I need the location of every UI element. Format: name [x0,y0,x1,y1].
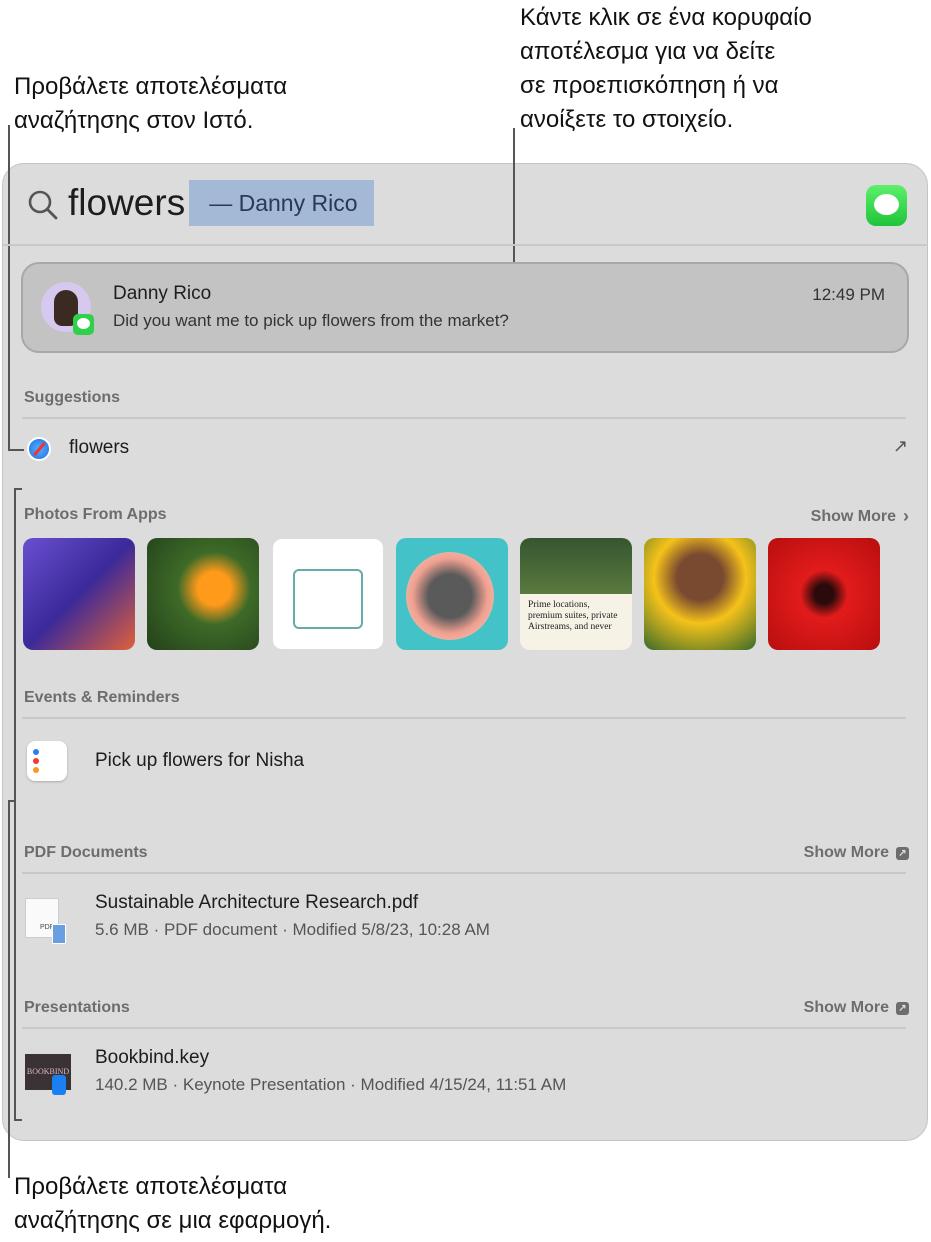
photo-thumbnail[interactable]: Prime locations, premium suites, private… [520,538,632,650]
search-icon [28,190,58,220]
messages-badge-icon [73,314,94,335]
callout-line: σε προεπισκόπηση ή να [520,72,779,99]
show-more-label: Show More [803,844,889,861]
file-meta: 140.2 MB · Keynote Presentation · Modifi… [95,1075,567,1094]
callout-line: αναζήτησης σε μια εφαρμογή. [14,1207,332,1234]
presentations-show-more-button[interactable]: Show More ↗ [804,999,909,1017]
bracket-line [14,488,22,490]
preview-badge-icon [52,924,66,944]
callout-line: ανοίξετε το στοιχείο. [520,106,734,133]
leader-line [8,125,10,450]
top-hit-card[interactable] [21,262,909,353]
photo-thumbnail[interactable] [768,538,880,650]
pdf-item[interactable]: PDF Sustainable Architecture Research.pd… [22,888,908,950]
safari-icon [27,437,51,461]
section-header-events: Events & Reminders [24,689,180,706]
divider [22,717,906,719]
callout-line: αποτέλεσμα για να δείτε [520,38,776,65]
message-preview: Did you want me to pick up flowers from … [113,311,509,330]
search-query: flowers [68,182,186,223]
callout-app: Προβάλετε αποτελέσματα αναζήτησης σε μια… [14,1170,331,1238]
message-time: 12:49 PM [812,285,885,304]
file-title: Sustainable Architecture Research.pdf [95,892,419,913]
reminder-title: Pick up flowers for Nisha [95,750,305,771]
photo-thumbnail[interactable] [396,538,508,650]
section-header-pdf: PDF Documents [24,844,148,861]
photo-thumbnail[interactable] [23,538,135,650]
callout-web: Προβάλετε αποτελέσματα αναζήτησης στον Ι… [14,70,287,138]
photo-thumbnail[interactable] [147,538,259,650]
section-header-photos: Photos From Apps [24,506,167,523]
callout-line: Προβάλετε αποτελέσματα [14,1173,288,1200]
search-completion: — Danny Rico [189,180,375,226]
callout-top-hit: Κάντε κλικ σε ένα κορυφαίο αποτέλεσμα γι… [520,1,812,137]
thumbnail-caption: Prime locations, premium suites, private… [528,600,618,632]
show-more-label: Show More [810,507,896,525]
keynote-badge-icon [52,1075,66,1095]
leader-line [513,128,515,262]
section-header-suggestions: Suggestions [24,389,121,406]
reminder-item[interactable]: Pick up flowers for Nisha [22,736,908,788]
contact-name: Danny Rico [113,283,212,304]
reminders-icon [27,741,67,781]
callout-line: Προβάλετε αποτελέσματα [14,73,288,100]
pdf-show-more-button[interactable]: Show More ↗ [804,844,909,862]
open-external-icon: ↗ [896,1001,909,1015]
search-input[interactable]: flowers — Danny Rico [68,180,375,226]
suggestion-label: flowers [69,437,130,458]
divider [22,872,906,874]
open-external-icon: ↗ [896,846,909,860]
photo-thumbnail[interactable] [644,538,756,650]
bracket-line [14,488,16,1121]
file-title: Bookbind.key [95,1047,210,1068]
callout-line: αναζήτησης στον Ιστό. [14,107,254,134]
suggestion-item[interactable]: flowers ↗ [22,432,908,466]
leader-line [8,800,10,1178]
photo-thumbnail[interactable] [272,538,384,650]
messages-app-icon[interactable] [866,185,907,226]
section-header-presentations: Presentations [24,999,130,1016]
file-meta: 5.6 MB · PDF document · Modified 5/8/23,… [95,920,490,939]
divider [22,417,906,419]
divider [22,1027,906,1029]
presentation-item[interactable]: BOOKBIND Bookbind.key 140.2 MB · Keynote… [22,1043,908,1105]
show-more-label: Show More [803,999,889,1016]
bracket-line [14,1119,22,1121]
divider [2,244,928,246]
chevron-right-icon: › [903,506,909,526]
photos-show-more-button[interactable]: Show More › [811,506,909,527]
open-arrow-icon: ↗ [892,436,908,456]
callout-line: Κάντε κλικ σε ένα κορυφαίο [520,4,812,31]
